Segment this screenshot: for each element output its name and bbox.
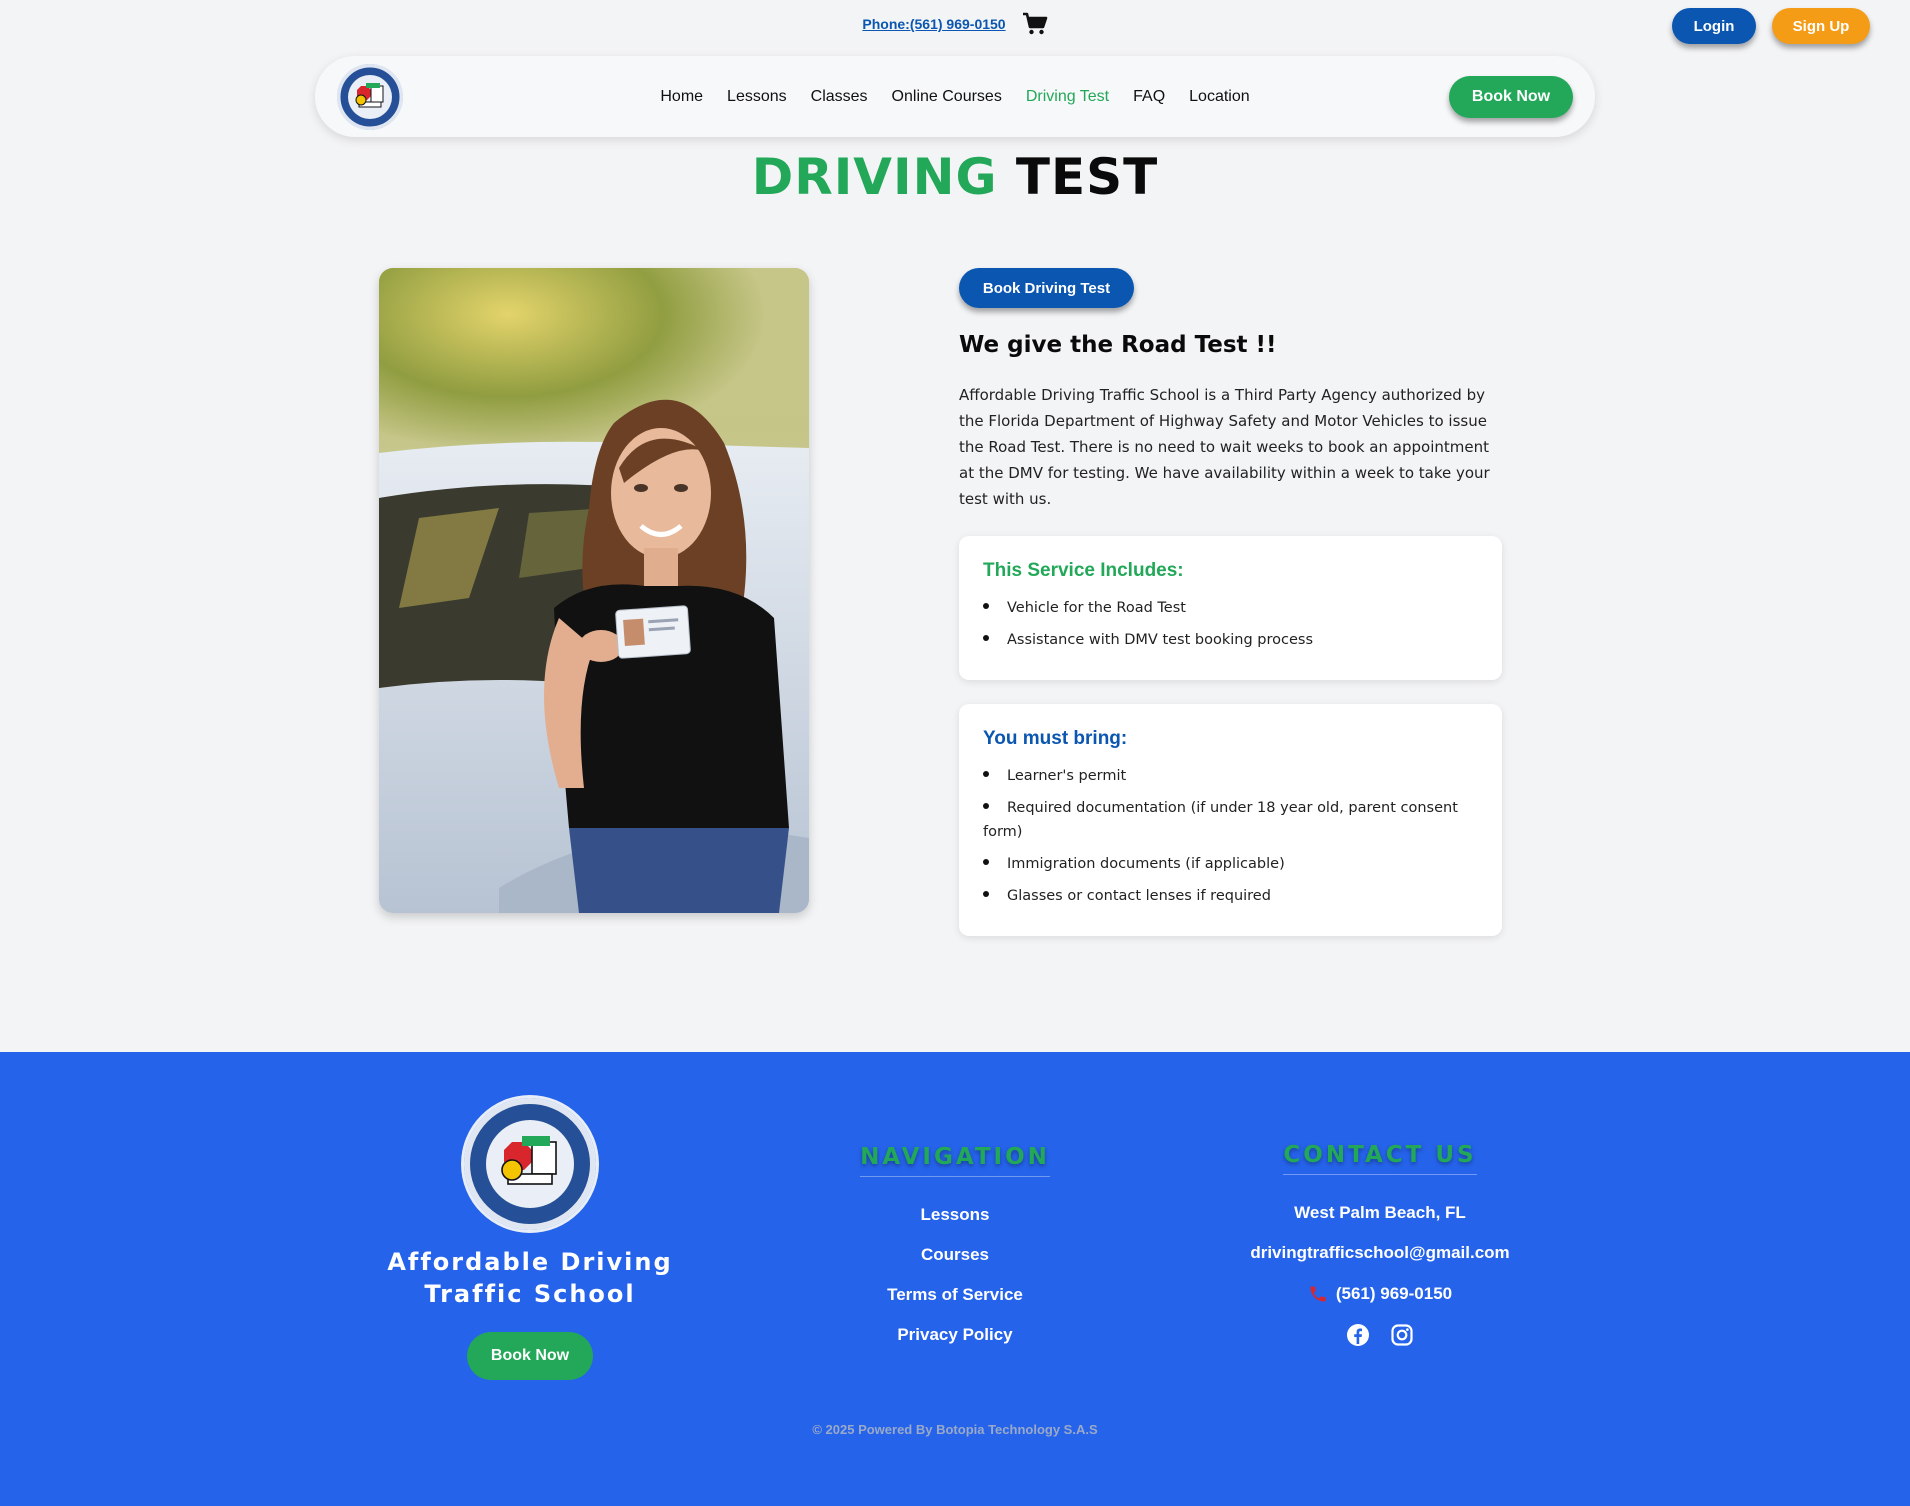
- footer-logo[interactable]: [464, 1098, 596, 1230]
- footer-link-privacy[interactable]: Privacy Policy: [805, 1325, 1105, 1347]
- bullet-icon: [983, 635, 989, 641]
- book-driving-test-button[interactable]: Book Driving Test: [959, 268, 1134, 308]
- intro-paragraph: Affordable Driving Traffic School is a T…: [959, 386, 1490, 508]
- page-title: DRIVING TEST: [0, 148, 1910, 206]
- must-bring-card: You must bring: Learner's permit Require…: [959, 704, 1502, 936]
- must-bring-list: Learner's permit Required documentation …: [983, 764, 1478, 908]
- service-includes-title: This Service Includes:: [983, 560, 1184, 581]
- footer-book-now-button[interactable]: Book Now: [467, 1332, 593, 1380]
- nav-faq[interactable]: FAQ: [1133, 88, 1165, 106]
- contact-email[interactable]: drivingtrafficschool@gmail.com: [1180, 1243, 1580, 1265]
- list-item: Vehicle for the Road Test: [983, 596, 1478, 620]
- signup-button[interactable]: Sign Up: [1772, 8, 1870, 44]
- footer-link-courses[interactable]: Courses: [805, 1245, 1105, 1267]
- list-item: Immigration documents (if applicable): [983, 852, 1478, 876]
- hero-photo: [379, 268, 809, 913]
- contact-phone-row[interactable]: (561) 969-0150: [1180, 1283, 1580, 1305]
- main-navbar: Home Lessons Classes Online Courses Driv…: [315, 56, 1595, 137]
- login-button[interactable]: Login: [1672, 8, 1756, 44]
- page-title-part1: DRIVING: [751, 148, 998, 206]
- bullet-icon: [983, 891, 989, 897]
- footer-contact-heading: CONTACT US: [1283, 1142, 1477, 1175]
- footer-brand: Affordable Driving Traffic School Book N…: [360, 1098, 700, 1380]
- contact-city: West Palm Beach, FL: [1294, 1203, 1466, 1222]
- nav-driving-test[interactable]: Driving Test: [1026, 88, 1109, 106]
- book-now-button[interactable]: Book Now: [1449, 75, 1573, 118]
- nav-location[interactable]: Location: [1189, 88, 1250, 106]
- service-includes-list: Vehicle for the Road Test Assistance wit…: [983, 596, 1478, 652]
- phone-link[interactable]: Phone:(561) 969-0150: [862, 16, 1005, 32]
- nav-home[interactable]: Home: [660, 88, 703, 106]
- instagram-icon[interactable]: [1390, 1323, 1414, 1347]
- footer-contact: CONTACT US West Palm Beach, FL drivingtr…: [1180, 1142, 1580, 1347]
- facebook-icon[interactable]: [1346, 1323, 1370, 1347]
- bullet-icon: [983, 771, 989, 777]
- copyright-text: © 2025 Powered By Botopia Technology S.A…: [812, 1422, 1098, 1437]
- list-item: Required documentation (if under 18 year…: [983, 800, 1458, 840]
- topbar: Phone:(561) 969-0150: [0, 12, 1910, 36]
- nav-links: Home Lessons Classes Online Courses Driv…: [315, 56, 1595, 137]
- nav-lessons[interactable]: Lessons: [727, 88, 787, 106]
- list-item: Glasses or contact lenses if required: [983, 884, 1478, 908]
- cart-icon[interactable]: [1022, 12, 1048, 36]
- bullet-icon: [983, 859, 989, 865]
- nav-classes[interactable]: Classes: [811, 88, 868, 106]
- bullet-icon: [983, 803, 989, 809]
- footer-nav-heading: NAVIGATION: [860, 1144, 1050, 1177]
- social-links: [1180, 1323, 1580, 1347]
- logo-emblem-icon: [466, 1100, 594, 1228]
- content-column: Book Driving Test We give the Road Test …: [959, 268, 1502, 936]
- page-title-part2: TEST: [1015, 148, 1159, 206]
- list-item: Learner's permit: [983, 764, 1478, 788]
- footer-navigation: NAVIGATION Lessons Courses Terms of Serv…: [805, 1144, 1105, 1347]
- service-includes-card: This Service Includes: Vehicle for the R…: [959, 536, 1502, 680]
- list-item: Assistance with DMV test booking process: [983, 628, 1478, 652]
- section-heading: We give the Road Test !!: [959, 332, 1277, 358]
- site-footer: Affordable Driving Traffic School Book N…: [0, 1052, 1910, 1506]
- auth-buttons: Login Sign Up: [1672, 8, 1870, 44]
- nav-online-courses[interactable]: Online Courses: [892, 88, 1002, 106]
- contact-phone: (561) 969-0150: [1335, 1284, 1453, 1303]
- footer-link-terms[interactable]: Terms of Service: [805, 1285, 1105, 1307]
- footer-brand-name: Affordable Driving Traffic School: [387, 1248, 673, 1308]
- phone-icon: [1310, 1286, 1326, 1302]
- must-bring-title: You must bring:: [983, 728, 1128, 749]
- bullet-icon: [983, 603, 989, 609]
- school-logo[interactable]: [337, 63, 403, 130]
- footer-link-lessons[interactable]: Lessons: [805, 1205, 1105, 1227]
- woman-with-license-image: [379, 268, 809, 913]
- logo-emblem-icon: [337, 64, 403, 129]
